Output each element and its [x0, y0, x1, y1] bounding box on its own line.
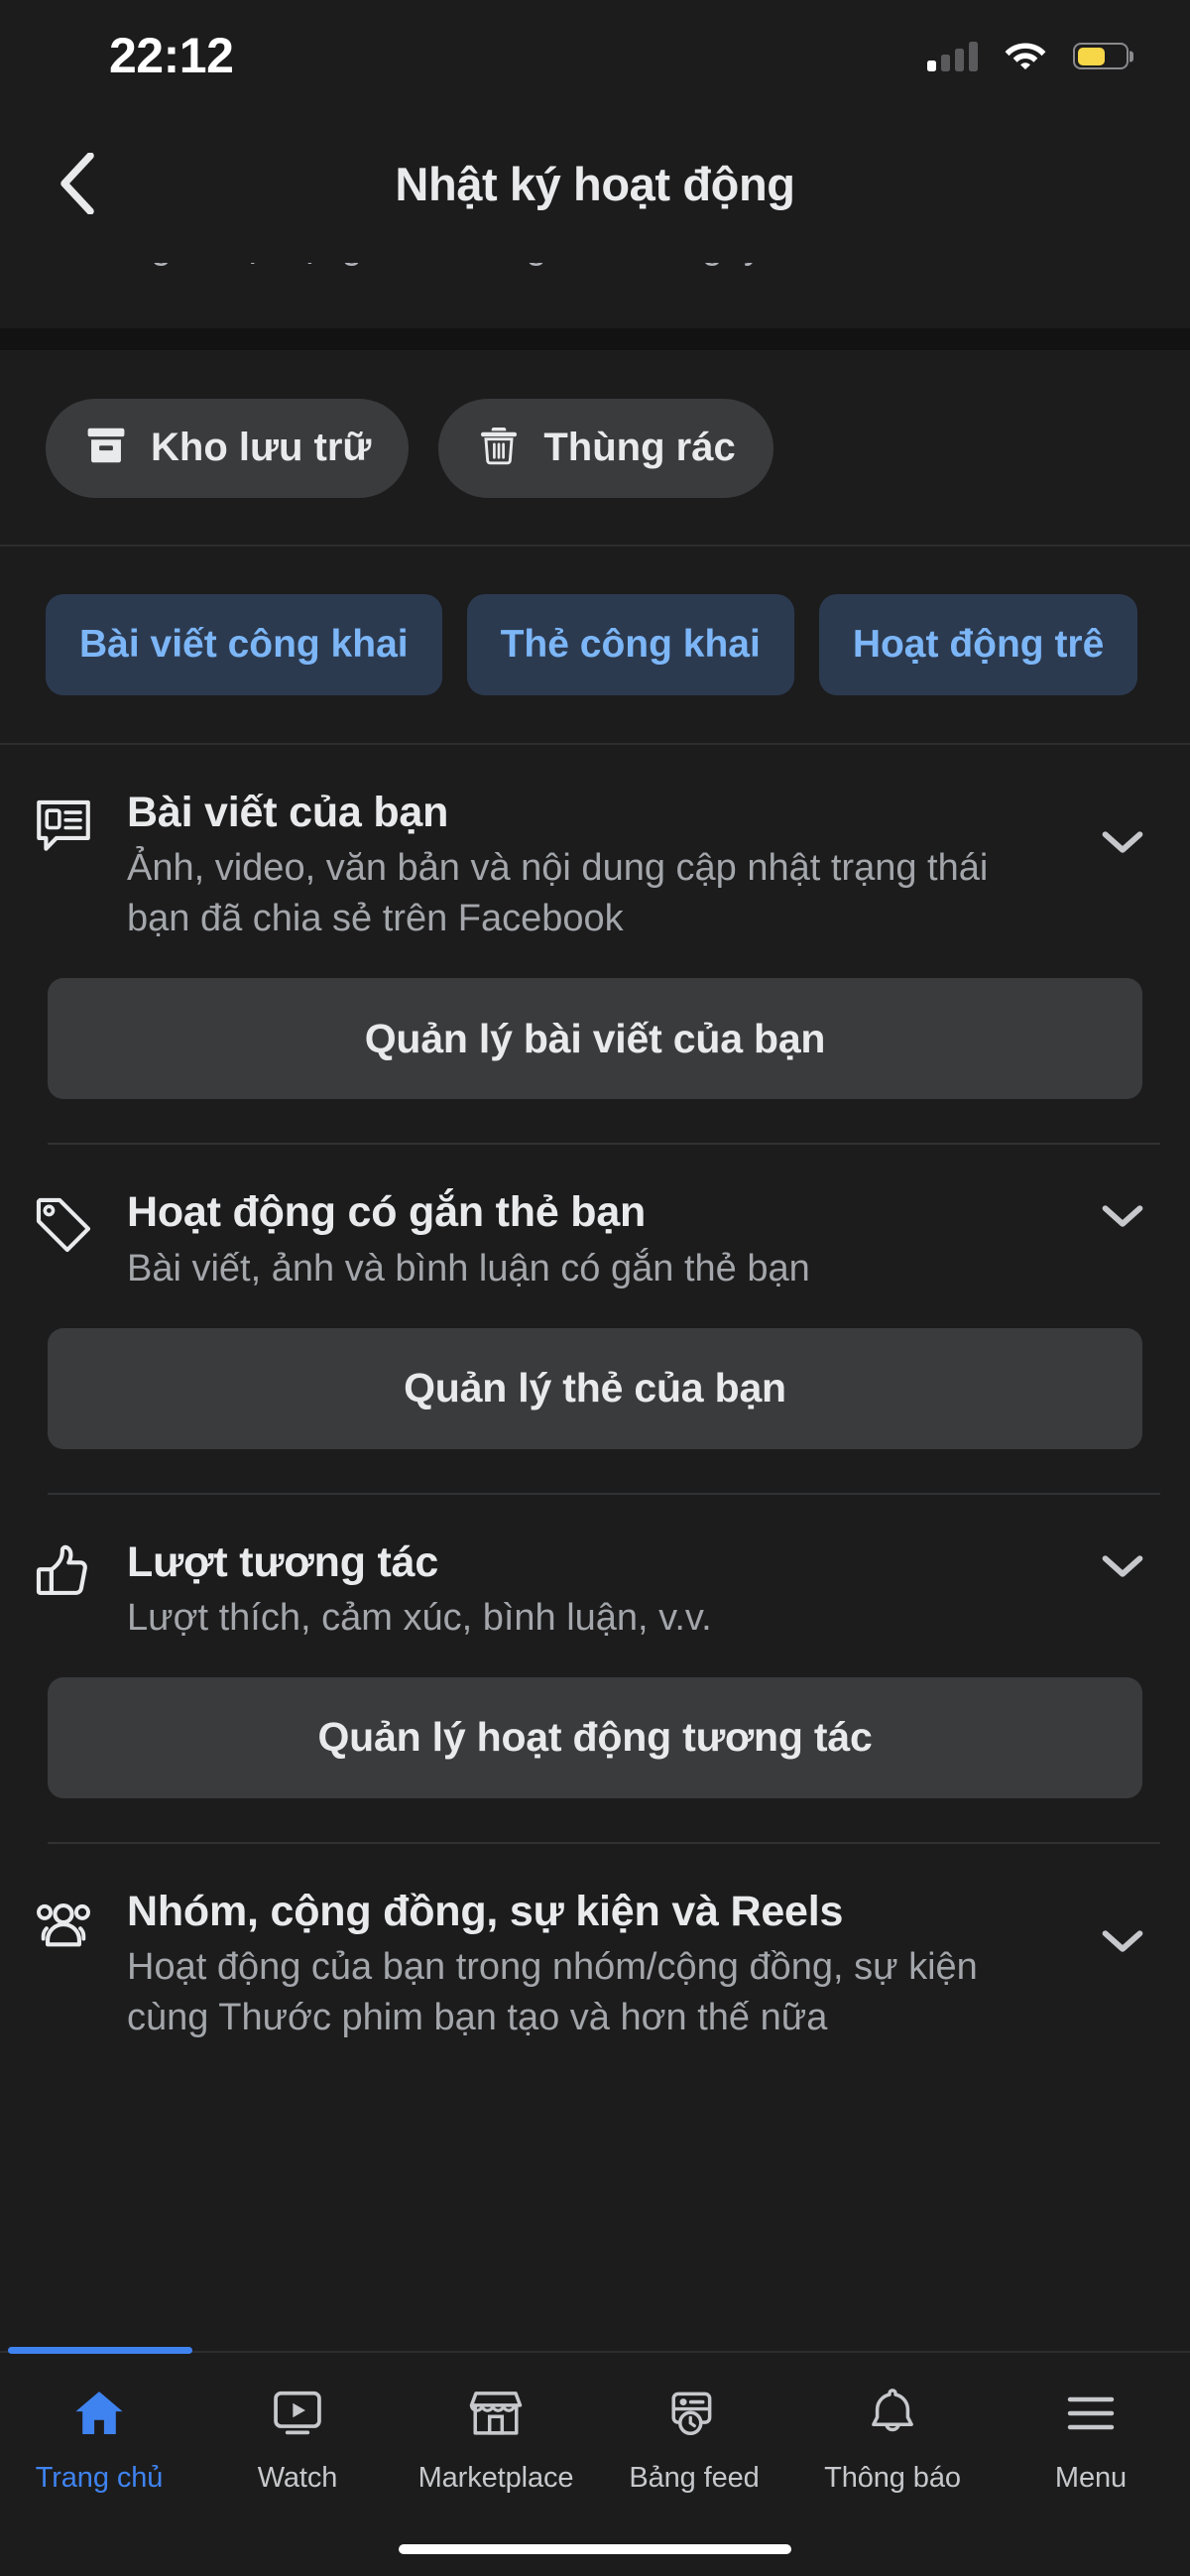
- filter-chip-public-tags[interactable]: Thẻ công khai: [466, 594, 794, 695]
- back-chevron-icon: [58, 153, 97, 214]
- filter-chip-label: Hoạt động trê: [852, 623, 1105, 666]
- filter-chip-label: Bài viết công khai: [79, 623, 409, 666]
- bottom-navigation-bar: Trang chủ Watch Marketplace Bảng feed Th…: [0, 2353, 1190, 2536]
- cellular-signal-icon: [927, 41, 978, 71]
- filter-chip-activity-on[interactable]: Hoạt động trê: [818, 594, 1138, 695]
- trash-can-icon: [476, 423, 522, 473]
- section-title: Lượt tương tác: [127, 1537, 439, 1586]
- home-indicator: [399, 2544, 791, 2554]
- bell-notification-icon: [864, 2379, 921, 2448]
- section-subtitle: Bài viết, ảnh và bình luận có gắn thẻ bạ…: [127, 1247, 810, 1289]
- nav-item-label: Watch: [257, 2462, 338, 2494]
- wifi-icon: [1004, 38, 1047, 74]
- section-subtitle: Ảnh, video, văn bản và nội dung cập nhật…: [127, 847, 989, 940]
- scrolled-text-region: thùng sẽ tự động xóa chúng sau 30 ngày.: [0, 263, 1190, 328]
- news-feed-clock-icon: [665, 2379, 723, 2448]
- section-title: Nhóm, cộng đồng, sự kiện và Reels: [127, 1887, 844, 1935]
- activity-log-screen: 22:12 Nhật ký hoạt động Kho lưu trữ Thùn…: [0, 0, 1190, 2576]
- manage-your-posts-button[interactable]: Quản lý bài viết của bạn: [48, 978, 1142, 1100]
- nav-item-news-feed[interactable]: Bảng feed: [595, 2379, 793, 2495]
- nav-item-home[interactable]: Trang chủ: [0, 2379, 198, 2495]
- section-header-row[interactable]: Bài viết của bạn Ảnh, video, văn bản và …: [0, 745, 1190, 944]
- archive-button-label: Kho lưu trữ: [151, 426, 372, 469]
- section-title: Hoạt động có gắn thẻ bạn: [127, 1188, 647, 1237]
- nav-item-notifications[interactable]: Thông báo: [793, 2379, 992, 2495]
- section-gap-band: [0, 328, 1190, 350]
- nav-item-label: Thông báo: [824, 2462, 961, 2494]
- group-people-icon: [0, 1886, 127, 2043]
- watch-video-icon: [269, 2379, 326, 2448]
- nav-item-label: Trang chủ: [35, 2462, 164, 2494]
- section-tagged-activity: Hoạt động có gắn thẻ bạn Bài viết, ảnh v…: [0, 1145, 1190, 1495]
- nav-item-menu[interactable]: Menu: [992, 2379, 1190, 2495]
- battery-low-power-icon: [1073, 43, 1129, 69]
- nav-item-marketplace[interactable]: Marketplace: [397, 2379, 595, 2495]
- trash-button[interactable]: Thùng rác: [438, 398, 774, 498]
- marketplace-store-icon: [467, 2379, 525, 2448]
- chevron-down-icon[interactable]: [1101, 829, 1144, 860]
- chevron-down-icon[interactable]: [1101, 1928, 1144, 1959]
- page-title: Nhật ký hoạt động: [395, 157, 795, 210]
- status-icons: [927, 38, 1129, 74]
- manage-your-tags-button[interactable]: Quản lý thẻ của bạn: [48, 1327, 1142, 1449]
- posts-feed-icon: [0, 787, 127, 944]
- nav-item-label: Bảng feed: [629, 2462, 760, 2494]
- home-icon: [70, 2379, 128, 2448]
- filter-chip-label: Thẻ công khai: [500, 623, 761, 666]
- filter-chip-public-posts[interactable]: Bài viết công khai: [46, 594, 442, 695]
- nav-item-label: Marketplace: [417, 2462, 574, 2494]
- section-subtitle: Hoạt động của bạn trong nhóm/cộng đồng, …: [127, 1946, 978, 2039]
- page-header: Nhật ký hoạt động: [0, 104, 1190, 263]
- section-title: Bài viết của bạn: [127, 789, 449, 836]
- section-interactions: Lượt tương tác Lượt thích, cảm xúc, bình…: [0, 1495, 1190, 1844]
- tag-icon: [0, 1186, 127, 1293]
- filter-chips-row[interactable]: Bài viết công khai Thẻ công khai Hoạt độ…: [0, 547, 1190, 743]
- trash-button-label: Thùng rác: [543, 426, 736, 469]
- archive-button[interactable]: Kho lưu trữ: [46, 398, 410, 498]
- chevron-down-icon[interactable]: [1101, 1553, 1144, 1584]
- section-subtitle: Lượt thích, cảm xúc, bình luận, v.v.: [127, 1597, 712, 1640]
- status-time: 22:12: [109, 27, 234, 83]
- active-tab-indicator: [8, 2347, 192, 2354]
- status-bar: 22:12: [0, 0, 1190, 104]
- section-header-row[interactable]: Lượt tương tác Lượt thích, cảm xúc, bình…: [0, 1495, 1190, 1644]
- chevron-down-icon[interactable]: [1101, 1204, 1144, 1235]
- hamburger-menu-icon: [1062, 2379, 1120, 2448]
- scrolled-partial-text: thùng sẽ tự động xóa chúng sau 30 ngày.: [77, 263, 771, 268]
- manage-interactions-button[interactable]: Quản lý hoạt động tương tác: [48, 1676, 1142, 1798]
- archive-box-icon: [83, 423, 129, 473]
- section-groups-events-reels: Nhóm, cộng đồng, sự kiện và Reels Hoạt đ…: [0, 1844, 1190, 2043]
- section-header-row[interactable]: Hoạt động có gắn thẻ bạn Bài viết, ảnh v…: [0, 1145, 1190, 1293]
- back-button[interactable]: [40, 146, 115, 221]
- section-header-row[interactable]: Nhóm, cộng đồng, sự kiện và Reels Hoạt đ…: [0, 1844, 1190, 2043]
- section-your-posts: Bài viết của bạn Ảnh, video, văn bản và …: [0, 745, 1190, 1146]
- nav-item-label: Menu: [1054, 2462, 1128, 2494]
- thumbs-up-icon: [0, 1536, 127, 1644]
- activity-sections-list: Bài viết của bạn Ảnh, video, văn bản và …: [0, 745, 1190, 2043]
- quick-actions-row: Kho lưu trữ Thùng rác: [0, 350, 1190, 546]
- nav-item-watch[interactable]: Watch: [198, 2379, 397, 2495]
